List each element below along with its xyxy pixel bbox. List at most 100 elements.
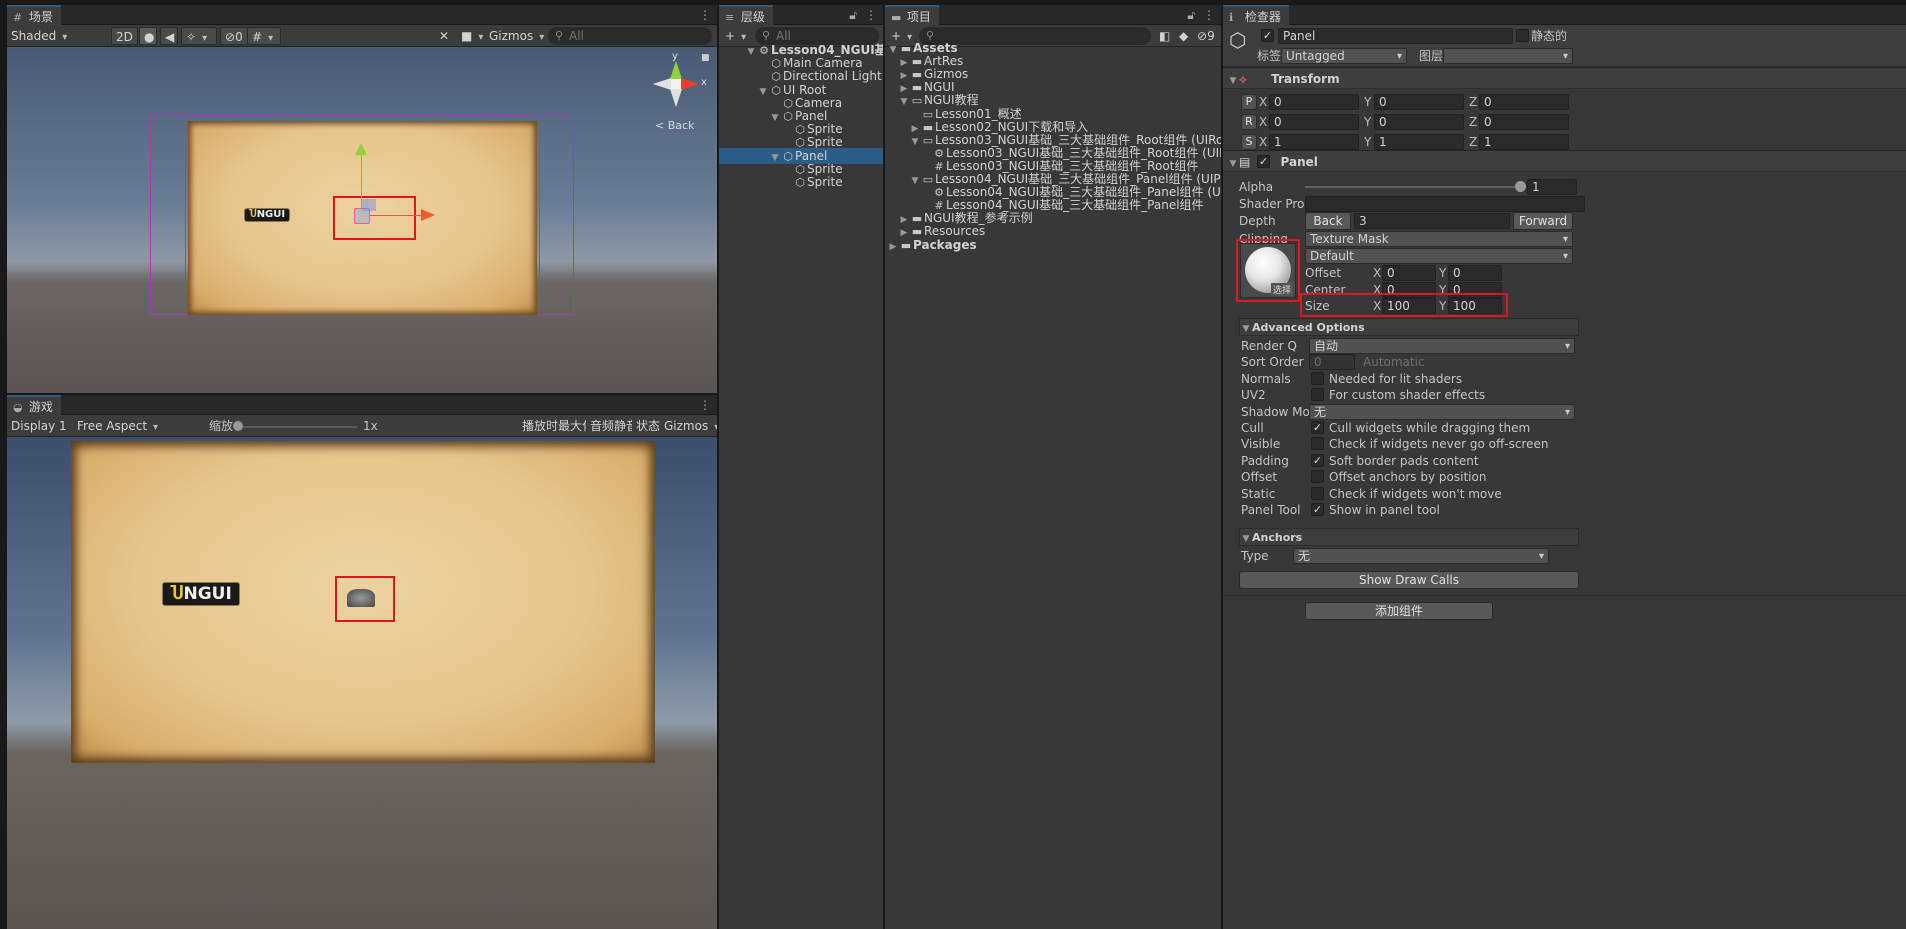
static-label: 静态的 (1531, 29, 1568, 43)
lock-icon[interactable]: 🔓︎ (1187, 8, 1195, 22)
shadow-mode-dropdown[interactable]: 无 (1309, 403, 1575, 420)
scale-slider-track[interactable] (237, 426, 357, 428)
alpha-slider-track[interactable] (1305, 186, 1521, 188)
transform-header[interactable]: ▼⟡ Transform ? (1223, 67, 1906, 89)
render-queue-label: Render Q (1241, 339, 1297, 353)
alpha-value-field[interactable]: 1 (1527, 179, 1577, 195)
position-x-field[interactable]: 0 (1269, 94, 1359, 110)
panel-tool-checkbox[interactable]: ✓ (1311, 503, 1324, 516)
tab-game[interactable]: ◒ 游戏 (7, 395, 61, 415)
gizmo-negx-arrow[interactable] (653, 78, 671, 90)
shader-prop-field[interactable] (1305, 196, 1585, 212)
texture-dropdown[interactable]: Default (1305, 248, 1573, 264)
camera-dropdown[interactable]: ■ (457, 27, 487, 45)
static-description: Check if widgets won't move (1329, 486, 1502, 501)
tab-hierarchy[interactable]: ≡ 层级 (719, 5, 773, 25)
gizmo-lock-icon[interactable]: ■ (701, 53, 710, 63)
tab-inspector[interactable]: ℹ 检查器 (1223, 5, 1289, 25)
gizmos-dropdown[interactable]: Gizmos (485, 27, 545, 45)
static-checkbox[interactable] (1516, 29, 1529, 42)
panel-enabled-checkbox[interactable]: ✓ (1257, 155, 1270, 168)
kebab-icon[interactable]: ⋮ (699, 8, 711, 22)
panel-component-header[interactable]: ▼ ▤ ✓ Panel (1223, 150, 1906, 172)
render-queue-dropdown[interactable]: 自动 (1309, 338, 1575, 354)
scene-search-input[interactable]: ⚲ All (548, 27, 712, 45)
aspect-dropdown[interactable]: Free Aspect (73, 417, 203, 435)
game-tab-menu[interactable]: ⋮ (691, 395, 711, 415)
normals-description: Needed for lit shaders (1329, 371, 1463, 386)
anchors-header[interactable]: ▼ Anchors (1239, 528, 1579, 546)
advanced-options-header[interactable]: ▼ Advanced Options (1239, 318, 1579, 336)
sort-order-field[interactable]: 0 (1309, 354, 1355, 371)
scene-tab-menu[interactable]: ⋮ (691, 5, 711, 25)
anchor-type-dropdown[interactable]: 无 (1293, 548, 1549, 564)
rotation-reset-button[interactable]: R (1241, 114, 1257, 130)
active-checkbox[interactable]: ✓ (1261, 29, 1274, 42)
clipping-dropdown[interactable]: Texture Mask (1305, 231, 1573, 247)
lighting-toggle[interactable]: ● (139, 27, 157, 45)
add-component-button[interactable]: 添加组件 (1305, 602, 1493, 620)
scale-z-field[interactable]: 1 (1479, 134, 1569, 150)
depth-field[interactable]: 3 (1354, 213, 1510, 229)
hidden-objects-toggle[interactable]: ⊘0 (220, 27, 248, 45)
rotation-z-field[interactable]: 0 (1479, 114, 1569, 130)
grid-dropdown[interactable]: # (247, 27, 281, 45)
gameobject-icon[interactable]: ⬡ (1229, 28, 1246, 52)
tools-button[interactable]: ✕ (435, 27, 453, 45)
mode-2d-button[interactable]: 2D (111, 27, 138, 45)
depth-back-button[interactable]: Back (1305, 212, 1351, 230)
expand-toggle-icon[interactable]: ▶ (887, 239, 899, 255)
scene-back-label[interactable]: < Back (655, 119, 694, 132)
offset-anchors-checkbox[interactable] (1311, 470, 1324, 484)
kebab-icon[interactable]: ⋮ (1203, 8, 1215, 22)
tab-scene[interactable]: # 场景 (7, 5, 61, 25)
move-handle-y-arrow[interactable] (355, 143, 367, 155)
lock-icon[interactable]: 🔓︎ (849, 8, 857, 22)
uv2-description: For custom shader effects (1329, 388, 1486, 403)
gizmo-center-cube[interactable] (671, 79, 681, 89)
gizmo-x-arrow[interactable] (681, 78, 699, 90)
game-viewport[interactable]: ႮNGUI (7, 437, 717, 929)
rotation-x-field[interactable]: 0 (1269, 114, 1359, 130)
gizmo-y-arrow[interactable] (670, 61, 682, 79)
hierarchy-item[interactable]: ⬡ Sprite (719, 174, 883, 190)
position-z-field[interactable]: 0 (1479, 94, 1569, 110)
offset-y-field[interactable]: 0 (1448, 265, 1502, 281)
offset-x-field[interactable]: 0 (1382, 265, 1436, 281)
depth-forward-button[interactable]: Forward (1513, 212, 1573, 230)
audio-toggle[interactable]: ◀ (160, 27, 178, 45)
static-checkbox[interactable] (1311, 486, 1324, 500)
project-item[interactable]: ▶ ▬ Packages (885, 237, 1221, 253)
tab-project[interactable]: ▬ 项目 (885, 5, 939, 25)
texture-highlight (1236, 239, 1300, 302)
position-y-field[interactable]: 0 (1374, 94, 1464, 110)
scale-reset-button[interactable]: S (1241, 134, 1257, 150)
scale-slider-thumb[interactable] (233, 421, 243, 431)
display-dropdown[interactable]: Display 1 (7, 417, 71, 435)
scene-ngui-logo[interactable]: ႮNGUI (244, 208, 290, 222)
kebab-icon[interactable]: ⋮ (699, 398, 711, 412)
tag-dropdown[interactable]: Untagged (1281, 48, 1407, 64)
normals-checkbox[interactable] (1311, 371, 1324, 385)
move-handle-x-arrow[interactable] (421, 209, 435, 221)
gizmo-negy-arrow[interactable] (670, 89, 682, 107)
game-gizmos-dropdown[interactable]: Gizmos (660, 417, 716, 435)
scale-x-field[interactable]: 1 (1269, 134, 1359, 150)
visible-checkbox[interactable] (1311, 437, 1324, 451)
object-name-field[interactable]: Panel (1278, 28, 1513, 44)
effects-dropdown[interactable]: ✧ (181, 27, 217, 45)
kebab-icon[interactable]: ⋮ (865, 8, 877, 22)
shading-dropdown[interactable]: Shaded (7, 27, 105, 45)
position-reset-button[interactable]: P (1241, 94, 1257, 110)
show-draw-calls-button[interactable]: Show Draw Calls (1239, 571, 1579, 589)
scale-y-field[interactable]: 1 (1374, 134, 1464, 150)
cull-checkbox[interactable]: ✓ (1311, 421, 1324, 434)
uv2-checkbox[interactable] (1311, 388, 1324, 402)
rotation-y-field[interactable]: 0 (1374, 114, 1464, 130)
orientation-gizmo[interactable]: y x ■ (647, 51, 710, 125)
layer-dropdown[interactable] (1443, 48, 1573, 64)
padding-checkbox[interactable]: ✓ (1311, 453, 1324, 467)
alpha-slider-thumb[interactable] (1515, 181, 1526, 192)
scene-viewport[interactable]: ႮNGUI y x ■ < Back (7, 47, 717, 393)
move-handle-xy-plane[interactable] (362, 199, 376, 211)
